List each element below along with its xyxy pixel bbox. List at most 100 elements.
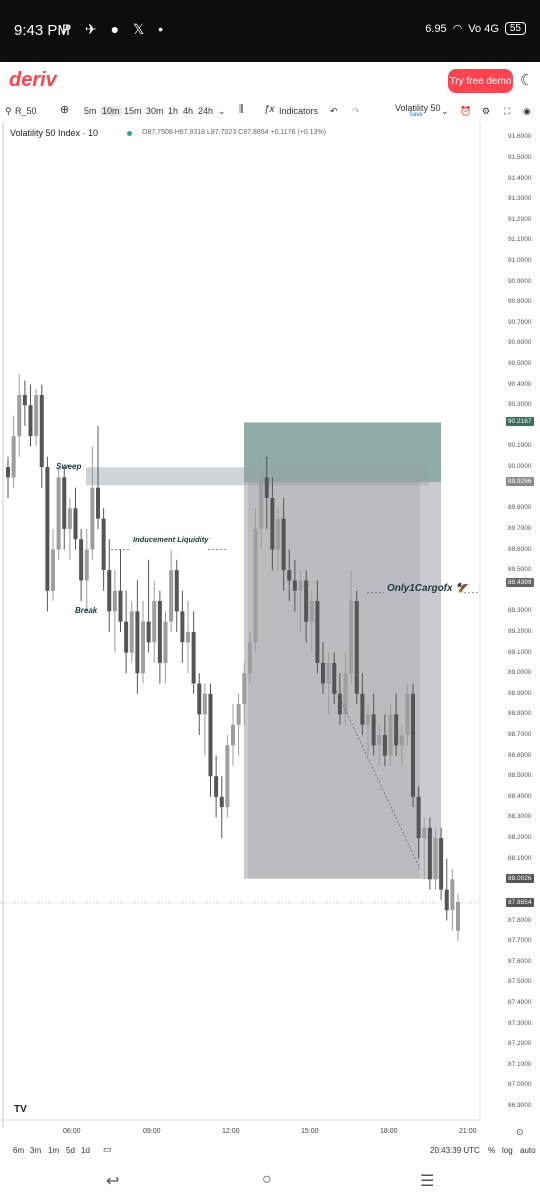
bullish-candle-body bbox=[399, 735, 404, 746]
price-tick: 90.7000 bbox=[508, 318, 532, 326]
range-5d[interactable]: 5d bbox=[66, 1146, 75, 1155]
bullish-candle-body bbox=[90, 487, 95, 550]
log-scale-toggle[interactable]: log bbox=[502, 1146, 513, 1155]
bullish-candle-body bbox=[242, 673, 247, 705]
utc-clock[interactable]: 20:43:39 UTC bbox=[430, 1146, 480, 1155]
bullish-candle-body bbox=[56, 477, 61, 550]
bearish-candle-body bbox=[214, 776, 219, 797]
price-tick: 90.4000 bbox=[508, 380, 532, 388]
price-badge[interactable]: 90.2167 bbox=[506, 417, 534, 427]
bearish-candle-body bbox=[197, 683, 202, 715]
bearish-candle-body bbox=[107, 570, 112, 612]
bullish-candle-body bbox=[343, 673, 348, 715]
bearish-candle-body bbox=[62, 477, 67, 529]
price-tick: 89.7000 bbox=[508, 524, 532, 532]
bullish-candle-body bbox=[129, 611, 134, 653]
recents-icon[interactable]: ☰ bbox=[420, 1171, 434, 1191]
bullish-candle-body bbox=[253, 528, 258, 643]
bearish-candle-body bbox=[439, 838, 444, 890]
bearish-candle-body bbox=[73, 508, 78, 540]
range-3m[interactable]: 3m bbox=[30, 1146, 41, 1155]
goto-realtime-icon[interactable]: ⊙ bbox=[516, 1127, 524, 1138]
bearish-candle-body bbox=[174, 570, 179, 612]
bearish-candle-body bbox=[382, 735, 387, 756]
bearish-candle-body bbox=[79, 539, 84, 581]
system-navigation-bar: ↩ ○ ☰ bbox=[0, 1165, 540, 1200]
price-tick: 89.2000 bbox=[508, 627, 532, 635]
bearish-candle-body bbox=[315, 601, 320, 663]
break-annotation[interactable]: Break bbox=[75, 606, 97, 615]
chart-bottom-toolbar: 6m 3m 1m 5d 1d ▭ 20:43:39 UTC % log auto bbox=[0, 1142, 540, 1160]
only1cargofx-watermark[interactable]: Only1Cargofx 🦅 bbox=[387, 583, 468, 594]
sweep-liquidity-zone bbox=[86, 467, 429, 486]
bearish-candle-body bbox=[146, 621, 151, 643]
price-badge[interactable]: 89.9266 bbox=[506, 477, 534, 487]
bullish-candle-body bbox=[186, 631, 190, 643]
bearish-candle-body bbox=[191, 631, 196, 684]
bearish-candle-body bbox=[39, 394, 44, 468]
price-tick: 90.8000 bbox=[508, 298, 532, 306]
price-tick: 87.5000 bbox=[508, 978, 532, 986]
price-tick: 89.1000 bbox=[508, 648, 532, 656]
sweep-annotation[interactable]: Sweep bbox=[56, 462, 81, 471]
bearish-candle-body bbox=[208, 693, 213, 777]
price-tick: 88.7000 bbox=[508, 731, 532, 738]
auto-scale-toggle[interactable]: auto bbox=[520, 1146, 536, 1155]
bearish-candle-body bbox=[427, 827, 432, 880]
price-tick: 87.1000 bbox=[508, 1060, 532, 1068]
price-tick: 88.2000 bbox=[508, 834, 532, 842]
bearish-candle-body bbox=[157, 601, 162, 663]
price-tick: 90.0000 bbox=[508, 463, 532, 471]
price-badge[interactable]: 87.8854 bbox=[506, 897, 534, 907]
price-tick: 88.5000 bbox=[508, 772, 532, 780]
bullish-candle-body bbox=[298, 580, 303, 591]
bullish-candle-body bbox=[388, 714, 393, 756]
date-range-icon[interactable]: ▭ bbox=[103, 1144, 112, 1155]
time-tick: 06:00 bbox=[63, 1128, 81, 1135]
price-tick: 87.2000 bbox=[508, 1040, 532, 1048]
price-tick: 91.0000 bbox=[508, 256, 532, 264]
price-tick: 88.8000 bbox=[508, 710, 532, 718]
price-badge[interactable]: 88.0026 bbox=[506, 873, 534, 883]
time-tick: 09:00 bbox=[143, 1128, 161, 1135]
price-axis[interactable]: 91.6000 91.5000 91.4000 91.3000 91.2000 91.10… bbox=[480, 122, 540, 1122]
price-tick: 86.9000 bbox=[508, 1102, 532, 1109]
price-tick: 89.3000 bbox=[508, 607, 532, 615]
bullish-candle-body bbox=[422, 827, 427, 839]
bullish-candle-body bbox=[169, 570, 174, 622]
bearish-candle-body bbox=[416, 796, 421, 839]
bullish-candle-body bbox=[349, 601, 354, 674]
price-tick: 89.6000 bbox=[508, 545, 532, 553]
bullish-candle-body bbox=[141, 621, 145, 674]
home-icon[interactable]: ○ bbox=[262, 1171, 272, 1189]
price-tick: 88.4000 bbox=[508, 792, 532, 800]
bearish-candle-body bbox=[6, 467, 10, 478]
bearish-candle-body bbox=[321, 662, 325, 684]
back-icon[interactable]: ↩ bbox=[106, 1171, 119, 1191]
range-6m[interactable]: 6m bbox=[13, 1146, 24, 1155]
bearish-candle-body bbox=[360, 693, 365, 725]
bullish-candle-body bbox=[17, 394, 22, 437]
price-tick: 90.6000 bbox=[508, 339, 532, 347]
inducement-liquidity-annotation[interactable]: Inducement Liquidity bbox=[133, 535, 208, 544]
bearish-candle-body bbox=[101, 518, 106, 571]
bullish-candle-body bbox=[202, 693, 207, 715]
price-tick: 88.1000 bbox=[508, 854, 532, 862]
candlestick-chart[interactable] bbox=[0, 0, 540, 1200]
range-1d[interactable]: 1d bbox=[81, 1146, 90, 1155]
bullish-candle-body bbox=[405, 693, 410, 736]
price-tick: 90.5000 bbox=[508, 360, 532, 368]
tradingview-logo[interactable]: TV bbox=[14, 1104, 27, 1115]
bullish-candle-body bbox=[84, 549, 89, 581]
bullish-candle-body bbox=[450, 879, 455, 911]
price-badge[interactable]: 89.4399 bbox=[506, 577, 534, 587]
price-tick: 87.3000 bbox=[508, 1019, 532, 1027]
range-1m[interactable]: 1m bbox=[48, 1146, 59, 1155]
bearish-candle-body bbox=[332, 662, 337, 694]
price-tick: 90.3000 bbox=[508, 401, 532, 409]
percent-scale-toggle[interactable]: % bbox=[488, 1146, 495, 1155]
price-tick: 87.6000 bbox=[508, 957, 532, 965]
price-tick: 91.6000 bbox=[508, 133, 532, 141]
price-tick: 89.5000 bbox=[508, 566, 532, 574]
bearish-candle-body bbox=[304, 580, 309, 622]
